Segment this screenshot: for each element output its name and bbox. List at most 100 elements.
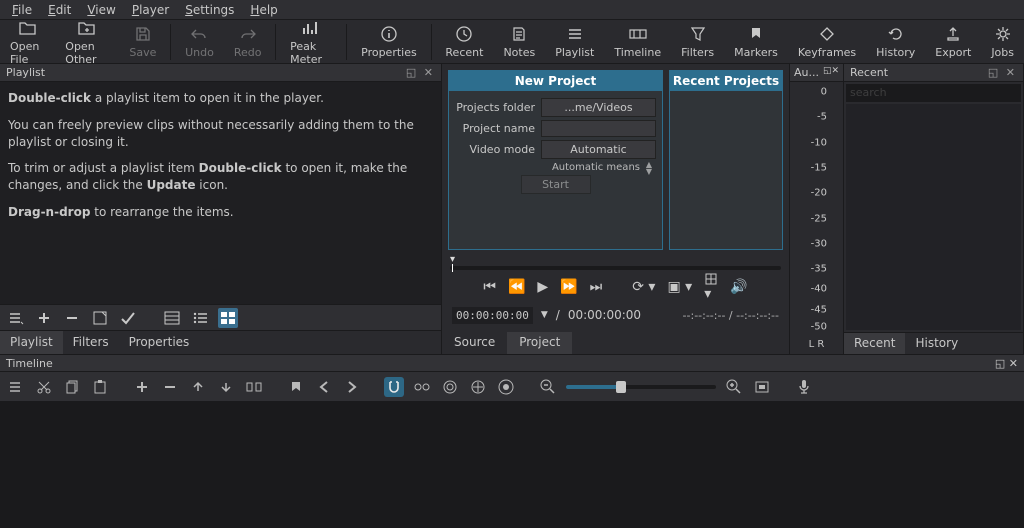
playlist-button[interactable]: Playlist bbox=[545, 22, 604, 61]
snap-icon[interactable] bbox=[384, 377, 404, 397]
properties-button[interactable]: Properties bbox=[351, 22, 427, 61]
new-project-card: New Project Projects folder ...me/Videos… bbox=[448, 70, 663, 250]
overwrite-icon[interactable] bbox=[216, 377, 236, 397]
play-icon[interactable]: ▶ bbox=[537, 279, 548, 295]
recent-button[interactable]: Recent bbox=[435, 22, 493, 61]
open-other-button[interactable]: Open Other bbox=[55, 16, 119, 68]
scrub-icon[interactable] bbox=[412, 377, 432, 397]
redo-button[interactable]: Redo bbox=[224, 22, 272, 61]
notes-button[interactable]: Notes bbox=[493, 22, 545, 61]
playlist-panel-title: Playlist ◱ ✕ bbox=[0, 64, 441, 82]
start-button[interactable]: Start bbox=[521, 175, 591, 194]
menubar: File Edit View Player Settings Help bbox=[0, 0, 1024, 20]
loop-icon[interactable]: ⟳ ▾ bbox=[632, 279, 655, 295]
cut-icon[interactable] bbox=[34, 377, 54, 397]
playlist-toolbar bbox=[0, 304, 441, 330]
view-details-icon[interactable] bbox=[162, 308, 182, 328]
projects-folder-button[interactable]: ...me/Videos bbox=[541, 98, 656, 117]
tab-filters[interactable]: Filters bbox=[63, 331, 119, 354]
update-icon[interactable] bbox=[90, 308, 110, 328]
filters-button[interactable]: Filters bbox=[671, 22, 724, 61]
volume-icon[interactable]: 🔊 bbox=[730, 279, 747, 295]
zoom-fit-icon[interactable] bbox=[752, 377, 772, 397]
ripple-icon[interactable] bbox=[440, 377, 460, 397]
save-button[interactable]: Save bbox=[119, 22, 166, 61]
list-icon bbox=[567, 24, 583, 44]
audio-meter-panel: Au... ◱✕ 0 -5 -10 -15 -20 -25 -30 -35 -4… bbox=[790, 64, 844, 354]
tab-history[interactable]: History bbox=[905, 333, 968, 354]
zoom-fit-icon[interactable]: ▣ ▾ bbox=[667, 279, 692, 295]
timeline-menu-icon[interactable] bbox=[6, 377, 26, 397]
playlist-menu-icon[interactable] bbox=[6, 308, 26, 328]
spinner-icon[interactable]: ▲▼ bbox=[646, 161, 652, 175]
folder-open-icon bbox=[19, 18, 37, 38]
marker-add-icon[interactable] bbox=[286, 377, 306, 397]
seek-bar[interactable]: ▾ bbox=[448, 256, 783, 270]
preview-panel: New Project Projects folder ...me/Videos… bbox=[442, 64, 790, 354]
clock-icon bbox=[456, 24, 472, 44]
video-mode-note: Automatic means ▲▼ bbox=[455, 162, 656, 173]
copy-icon[interactable] bbox=[62, 377, 82, 397]
export-button[interactable]: Export bbox=[925, 22, 981, 61]
project-name-input[interactable] bbox=[541, 120, 656, 137]
record-audio-icon[interactable] bbox=[794, 377, 814, 397]
redo-icon bbox=[239, 24, 257, 44]
skip-end-icon[interactable]: ⏭ bbox=[590, 279, 603, 295]
ripple-all-icon[interactable] bbox=[468, 377, 488, 397]
recent-search-input[interactable]: search bbox=[846, 84, 1021, 102]
view-list-icon[interactable] bbox=[190, 308, 210, 328]
dock-controls[interactable]: ◱✕ bbox=[823, 66, 839, 79]
zoom-slider[interactable] bbox=[566, 385, 716, 389]
timeline-button[interactable]: Timeline bbox=[604, 22, 671, 61]
open-file-button[interactable]: Open File bbox=[0, 16, 55, 68]
export-icon bbox=[945, 24, 961, 44]
add-icon[interactable] bbox=[34, 308, 54, 328]
remove-icon[interactable] bbox=[160, 377, 180, 397]
grid-icon[interactable]: ▾ bbox=[704, 272, 718, 302]
tab-properties[interactable]: Properties bbox=[119, 331, 200, 354]
zoom-out-icon[interactable] bbox=[538, 377, 558, 397]
next-marker-icon[interactable] bbox=[342, 377, 362, 397]
marker-icon bbox=[750, 24, 762, 44]
dropdown-icon[interactable]: ▼ bbox=[541, 310, 548, 320]
undo-button[interactable]: Undo bbox=[175, 22, 224, 61]
paste-icon[interactable] bbox=[90, 377, 110, 397]
append-icon[interactable] bbox=[132, 377, 152, 397]
prev-marker-icon[interactable] bbox=[314, 377, 334, 397]
fast-forward-icon[interactable]: ⏩ bbox=[560, 279, 577, 295]
view-tiles-icon[interactable] bbox=[218, 308, 238, 328]
remove-icon[interactable] bbox=[62, 308, 82, 328]
check-icon[interactable] bbox=[118, 308, 138, 328]
menu-player[interactable]: Player bbox=[124, 1, 177, 19]
split-icon[interactable] bbox=[244, 377, 264, 397]
jobs-button[interactable]: Jobs bbox=[981, 22, 1024, 61]
recent-projects-list[interactable] bbox=[670, 91, 782, 249]
folder-plus-icon bbox=[78, 18, 96, 38]
dock-controls[interactable]: ◱ ✕ bbox=[406, 66, 435, 79]
timeline-canvas[interactable] bbox=[0, 402, 1024, 528]
markers-button[interactable]: Markers bbox=[724, 22, 788, 61]
current-timecode-input[interactable]: 00:00:00:00 bbox=[452, 307, 533, 324]
peak-meter-button[interactable]: Peak Meter bbox=[280, 16, 342, 68]
tab-recent[interactable]: Recent bbox=[844, 333, 905, 354]
tab-project[interactable]: Project bbox=[507, 332, 572, 354]
dock-controls[interactable]: ◱ ✕ bbox=[988, 66, 1017, 79]
video-mode-select[interactable]: Automatic bbox=[541, 140, 656, 159]
recent-projects-card: Recent Projects bbox=[669, 70, 783, 250]
zoom-in-icon[interactable] bbox=[724, 377, 744, 397]
skip-start-icon[interactable]: ⏮ bbox=[483, 279, 496, 295]
keyframes-button[interactable]: Keyframes bbox=[788, 22, 866, 61]
playlist-help-text: Double-click a playlist item to open it … bbox=[0, 82, 441, 304]
save-icon bbox=[135, 24, 151, 44]
recent-file-list[interactable] bbox=[846, 104, 1021, 330]
info-icon bbox=[381, 24, 397, 44]
lift-icon[interactable] bbox=[188, 377, 208, 397]
rewind-icon[interactable]: ⏪ bbox=[508, 279, 525, 295]
funnel-icon bbox=[691, 24, 705, 44]
tab-playlist[interactable]: Playlist bbox=[0, 331, 63, 354]
menu-settings[interactable]: Settings bbox=[177, 1, 242, 19]
tab-source[interactable]: Source bbox=[442, 332, 507, 354]
dock-controls[interactable]: ◱ ✕ bbox=[995, 357, 1018, 369]
history-button[interactable]: History bbox=[866, 22, 925, 61]
ripple-markers-icon[interactable] bbox=[496, 377, 516, 397]
